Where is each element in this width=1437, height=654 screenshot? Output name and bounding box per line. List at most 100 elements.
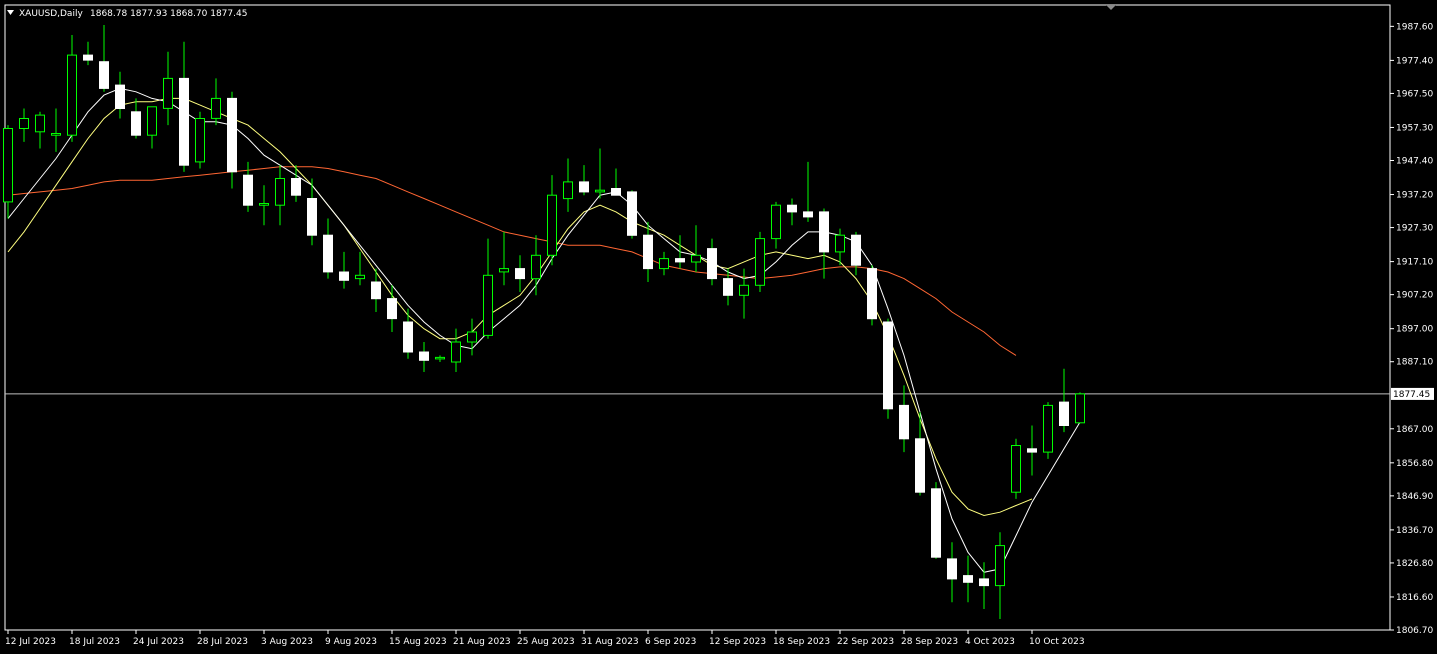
x-axis-label: 18 Sep 2023 — [773, 637, 830, 647]
candle-body-bearish — [723, 278, 733, 296]
candle-body-bearish — [371, 281, 381, 300]
candle-body-bearish — [963, 575, 973, 583]
candle-body-bullish — [19, 118, 29, 129]
candle-body-bullish — [163, 77, 173, 109]
candle-body-bullish — [755, 238, 765, 286]
y-axis-label: 1897.00 — [1396, 325, 1433, 335]
candle-body-bearish — [1059, 401, 1069, 427]
candle-body-bearish — [787, 204, 797, 213]
x-axis-label: 24 Jul 2023 — [133, 637, 184, 647]
candle-body-bearish — [851, 234, 861, 266]
candle[interactable] — [627, 190, 637, 239]
candle-body-bearish — [307, 198, 317, 236]
candle-body-bearish — [819, 211, 829, 253]
candle-body-bullish — [1011, 445, 1021, 493]
candle-body-bearish — [387, 298, 397, 320]
y-axis-label: 1957.30 — [1396, 123, 1433, 133]
y-axis-label: 1977.40 — [1396, 56, 1433, 66]
candle-body-bearish — [291, 178, 301, 196]
chart-window[interactable]: 1987.60 1977.40 1967.50 1957.30 1947.40 1937.… — [0, 0, 1437, 654]
candle-body-bullish — [1043, 404, 1053, 453]
candle-body-bearish — [707, 248, 717, 280]
y-axis-label: 1826.80 — [1396, 559, 1433, 569]
x-axis-label: 4 Oct 2023 — [965, 637, 1015, 647]
candle-body-bearish — [579, 181, 589, 193]
candle-body-bullish — [835, 234, 845, 253]
candle-body-bullish — [659, 258, 669, 270]
candle-body-bearish — [115, 84, 125, 109]
x-axis-label: 12 Sep 2023 — [709, 637, 766, 647]
candle-body-bearish — [947, 558, 957, 580]
candle-body-bullish — [499, 268, 509, 273]
candle-body-bullish — [563, 181, 573, 200]
y-axis-label: 1887.10 — [1396, 358, 1433, 368]
price-chart[interactable]: 1987.60 1977.40 1967.50 1957.30 1947.40 1937.… — [0, 0, 1437, 654]
y-axis-label: 1927.30 — [1396, 224, 1433, 234]
candle-body-bearish — [131, 111, 141, 136]
x-axis-label: 15 Aug 2023 — [389, 637, 447, 647]
candle-body-bullish — [483, 274, 493, 336]
candle[interactable] — [1075, 392, 1085, 424]
y-axis-label: 1947.40 — [1396, 156, 1433, 166]
candle-body-bearish — [83, 54, 93, 61]
x-axis-label: 6 Sep 2023 — [645, 637, 696, 647]
chart-ohlc-values: 1868.78 1877.93 1868.70 1877.45 — [90, 9, 247, 19]
candle-body-bearish — [1027, 448, 1037, 453]
candle[interactable] — [755, 231, 765, 292]
y-axis-label: 1937.20 — [1396, 191, 1433, 201]
candle-body-bullish — [195, 118, 205, 163]
y-axis-label: 1816.60 — [1396, 593, 1433, 603]
candle-body-bearish — [339, 271, 349, 281]
candle[interactable] — [195, 111, 205, 169]
candle-body-bullish — [211, 97, 221, 119]
y-axis-label: 1987.60 — [1396, 22, 1433, 32]
x-axis-label: 28 Sep 2023 — [901, 637, 958, 647]
candle-body-bullish — [435, 356, 445, 360]
y-axis-label: 1856.80 — [1396, 459, 1433, 469]
x-axis-label: 3 Aug 2023 — [261, 637, 313, 647]
y-axis-label: 1867.00 — [1396, 425, 1433, 435]
candle-body-bullish — [451, 341, 461, 363]
candle-body-bullish — [259, 203, 269, 206]
candle-body-bearish — [227, 97, 237, 173]
x-axis-label: 31 Aug 2023 — [581, 637, 639, 647]
candle[interactable] — [1043, 402, 1053, 459]
candle-body-bearish — [323, 234, 333, 273]
x-axis-label: 21 Aug 2023 — [453, 637, 511, 647]
candle-body-bearish — [915, 438, 925, 493]
x-axis-label: 9 Aug 2023 — [325, 637, 377, 647]
y-axis-label: 1806.70 — [1396, 626, 1433, 636]
candle[interactable] — [867, 265, 877, 326]
candle-body-bearish — [883, 321, 893, 410]
candle-body-bearish — [99, 61, 109, 89]
candle-body-bearish — [403, 321, 413, 353]
candle-body-bearish — [419, 351, 429, 361]
candle-body-bearish — [515, 268, 525, 280]
candle-body-bearish — [179, 77, 189, 166]
chart-symbol-label: XAUUSD,Daily — [19, 9, 83, 19]
candle-body-bullish — [35, 114, 45, 133]
candle-body-bullish — [355, 274, 365, 280]
x-axis-label: 10 Oct 2023 — [1029, 637, 1085, 647]
candle-body-bullish — [547, 194, 557, 256]
x-axis-label: 25 Aug 2023 — [517, 637, 575, 647]
candle-body-bullish — [51, 133, 61, 136]
y-axis-label: 1846.90 — [1396, 492, 1433, 502]
candle-body-bullish — [467, 331, 477, 343]
candle[interactable] — [883, 318, 893, 419]
candle-body-bullish — [691, 254, 701, 263]
candle-body-bullish — [275, 178, 285, 206]
candle-body-bullish — [771, 204, 781, 240]
candle-body-bearish — [643, 234, 653, 270]
candle-body-bearish — [899, 404, 909, 440]
current-price-label: 1877.45 — [1393, 390, 1430, 400]
candle[interactable] — [931, 482, 941, 559]
candle-body-bearish — [611, 188, 621, 196]
candle[interactable] — [1011, 438, 1021, 499]
y-axis-label: 1836.70 — [1396, 526, 1433, 536]
candle-body-bullish — [1075, 393, 1085, 424]
x-axis-label: 12 Jul 2023 — [5, 637, 56, 647]
candle-body-bearish — [627, 191, 637, 236]
candle-body-bearish — [243, 174, 253, 206]
candle-body-bearish — [675, 258, 685, 263]
